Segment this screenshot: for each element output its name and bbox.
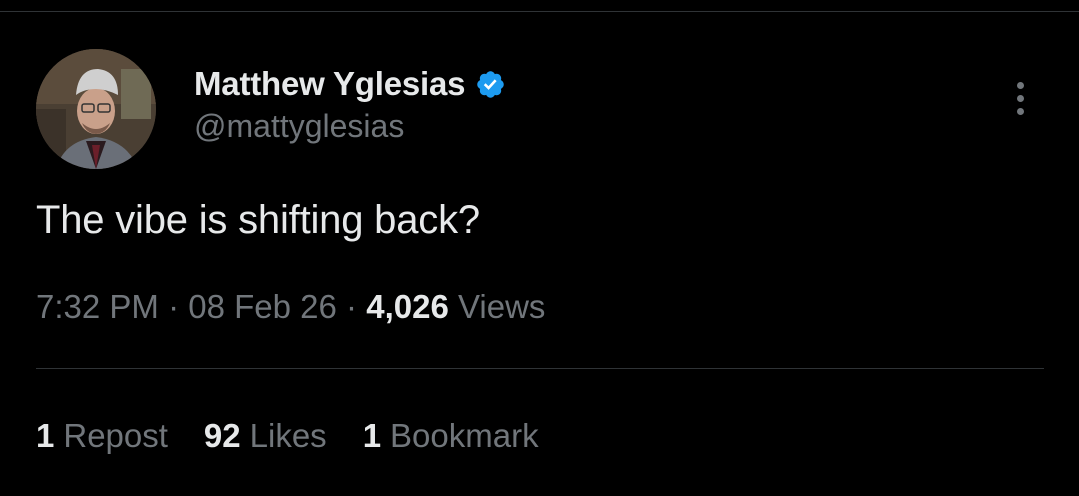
avatar-photo	[36, 49, 156, 169]
author-display-name[interactable]: Matthew Yglesias	[194, 65, 465, 103]
author-avatar[interactable]	[36, 49, 156, 169]
more-vertical-icon	[1016, 94, 1024, 102]
views-count: 4,026	[366, 288, 458, 325]
views-label: Views	[457, 288, 546, 325]
meta-separator: ·	[346, 288, 367, 325]
verified-badge-icon	[475, 69, 506, 100]
tweet-text: The vibe is shifting back?	[36, 198, 480, 242]
likes-label: Likes	[249, 417, 327, 454]
more-vertical-icon	[1016, 81, 1024, 89]
reposts-count: 1	[36, 417, 55, 454]
bookmarks-label: Bookmark	[390, 417, 539, 454]
tweet-date[interactable]: 08 Feb 26	[188, 288, 337, 325]
top-divider	[0, 11, 1079, 12]
engagement-stats: 1 Repost 92 Likes 1 Bookmark	[36, 417, 575, 455]
more-options-button[interactable]	[1004, 76, 1036, 120]
likes-count: 92	[203, 417, 241, 454]
bookmarks-count: 1	[362, 417, 382, 454]
stats-divider	[36, 368, 1044, 369]
tweet-meta: 7:32 PM · 08 Feb 26 · 4,026 Views	[36, 288, 545, 326]
more-vertical-icon	[1016, 107, 1024, 115]
tweet-time[interactable]: 7:32 PM	[36, 288, 159, 325]
meta-separator: ·	[168, 288, 189, 325]
likes-stat[interactable]: 92 Likes	[204, 417, 327, 455]
author-handle[interactable]: @mattyglesias	[194, 108, 404, 145]
author-name-row[interactable]: Matthew Yglesias	[194, 64, 506, 104]
reposts-stat[interactable]: 1 Repost	[36, 417, 168, 455]
bookmarks-stat[interactable]: 1 Bookmark	[363, 417, 539, 455]
reposts-label: Repost	[63, 417, 168, 454]
